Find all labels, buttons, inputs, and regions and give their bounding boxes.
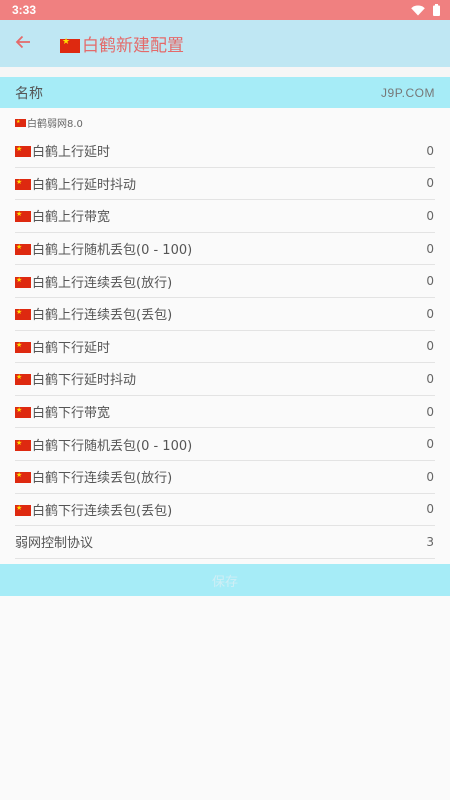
list-item-text: 白鹤上行连续丢包(丢包)	[32, 308, 173, 324]
list-item[interactable]: 白鹤上行随机丢包(0 - 100) 0	[15, 233, 435, 266]
list-item-label: 白鹤下行连续丢包(放行)	[15, 467, 172, 486]
app-bar: 白鹤新建配置	[0, 20, 450, 67]
china-flag-icon	[15, 116, 26, 128]
list-item-text: 白鹤下行随机丢包(0 - 100)	[32, 438, 193, 454]
list-item-value[interactable]: 0	[426, 274, 434, 288]
list-item[interactable]: 白鹤下行连续丢包(丢包) 0	[15, 494, 435, 527]
settings-list: 白鹤上行延时0白鹤上行延时抖动0白鹤上行带宽0白鹤上行随机丢包(0 - 100)…	[15, 135, 435, 559]
china-flag-icon	[60, 36, 80, 53]
china-flag-icon	[15, 502, 31, 516]
list-item-label: 白鹤上行延时抖动	[15, 174, 136, 193]
list-item-text: 白鹤上行带宽	[32, 210, 111, 226]
status-icons	[411, 4, 440, 16]
list-item-value[interactable]: 0	[426, 144, 434, 158]
list-item-text: 白鹤下行连续丢包(放行)	[32, 471, 173, 487]
list-item-label: 白鹤下行延时抖动	[15, 369, 136, 388]
list-item[interactable]: 弱网控制协议 3	[15, 526, 435, 559]
list-item-label: 弱网控制协议	[15, 532, 93, 551]
china-flag-icon	[15, 371, 31, 386]
arrow-left-icon	[15, 34, 31, 53]
china-flag-icon	[15, 469, 31, 484]
list-item-value[interactable]: 0	[426, 470, 434, 484]
list-item[interactable]: 白鹤下行延时抖动 0	[15, 363, 435, 396]
list-item[interactable]: 白鹤上行连续丢包(放行) 0	[15, 265, 435, 298]
list-item-text: 白鹤上行延时抖动	[32, 177, 137, 193]
china-flag-icon	[15, 143, 31, 158]
china-flag-icon	[15, 176, 31, 190]
save-button[interactable]: 保存	[0, 564, 450, 596]
china-flag-icon	[15, 339, 31, 353]
status-bar: 3:33	[0, 0, 450, 20]
list-item[interactable]: 白鹤上行连续丢包(丢包) 0	[15, 298, 435, 331]
china-flag-icon	[15, 306, 31, 321]
list-item-text: 弱网控制协议	[15, 536, 94, 552]
page-title: 白鹤新建配置	[60, 31, 184, 56]
page-title-text: 白鹤新建配置	[82, 36, 184, 56]
list-item-label: 白鹤下行随机丢包(0 - 100)	[15, 435, 192, 454]
list-item[interactable]: 白鹤下行随机丢包(0 - 100) 0	[15, 428, 435, 461]
name-value[interactable]: J9P.COM	[381, 86, 435, 100]
china-flag-icon	[15, 208, 31, 223]
list-item[interactable]: 白鹤下行延时 0	[15, 331, 435, 364]
list-item-text: 白鹤下行延时	[32, 340, 111, 356]
list-item-text: 白鹤下行延时抖动	[32, 373, 137, 389]
list-item-label: 白鹤上行延时	[15, 141, 110, 160]
list-item-value[interactable]: 0	[426, 437, 434, 451]
china-flag-icon	[15, 241, 31, 256]
config-subtitle: 白鹤弱网8.0	[15, 115, 83, 130]
list-item-label: 白鹤上行带宽	[15, 206, 110, 225]
list-item-label: 白鹤下行延时	[15, 337, 110, 356]
list-item-label: 白鹤上行连续丢包(放行)	[15, 272, 172, 291]
list-item-value[interactable]: 0	[426, 372, 434, 386]
list-item-label: 白鹤上行随机丢包(0 - 100)	[15, 239, 192, 258]
list-item[interactable]: 白鹤上行带宽 0	[15, 200, 435, 233]
china-flag-icon	[15, 274, 31, 288]
list-item-value[interactable]: 0	[426, 502, 434, 516]
list-item-text: 白鹤下行连续丢包(丢包)	[32, 503, 173, 519]
list-item-label: 白鹤上行连续丢包(丢包)	[15, 304, 172, 323]
list-item-value[interactable]: 0	[426, 242, 434, 256]
list-item-value[interactable]: 0	[426, 339, 434, 353]
name-field-row[interactable]: 名称 J9P.COM	[0, 77, 450, 108]
list-item-label: 白鹤下行带宽	[15, 402, 110, 421]
list-item-text: 白鹤上行连续丢包(放行)	[32, 275, 173, 291]
status-time: 3:33	[12, 3, 37, 17]
wifi-icon	[411, 5, 425, 16]
list-item-value[interactable]: 3	[426, 535, 434, 549]
config-subtitle-text: 白鹤弱网8.0	[27, 119, 83, 130]
list-item[interactable]: 白鹤上行延时 0	[15, 135, 435, 168]
list-item[interactable]: 白鹤上行延时抖动 0	[15, 168, 435, 201]
list-item-text: 白鹤上行随机丢包(0 - 100)	[32, 243, 193, 259]
list-item[interactable]: 白鹤下行连续丢包(放行) 0	[15, 461, 435, 494]
list-item-label: 白鹤下行连续丢包(丢包)	[15, 500, 172, 519]
list-item-text: 白鹤下行带宽	[32, 406, 111, 422]
divider	[0, 67, 450, 77]
list-item-text: 白鹤上行延时	[32, 145, 111, 161]
china-flag-icon	[15, 437, 31, 451]
battery-icon	[433, 4, 440, 16]
list-item-value[interactable]: 0	[426, 209, 434, 223]
back-button[interactable]	[0, 20, 46, 67]
name-label: 名称	[15, 85, 43, 102]
list-item[interactable]: 白鹤下行带宽 0	[15, 396, 435, 429]
list-item-value[interactable]: 0	[426, 176, 434, 190]
china-flag-icon	[15, 404, 31, 419]
list-item-value[interactable]: 0	[426, 307, 434, 321]
list-item-value[interactable]: 0	[426, 405, 434, 419]
